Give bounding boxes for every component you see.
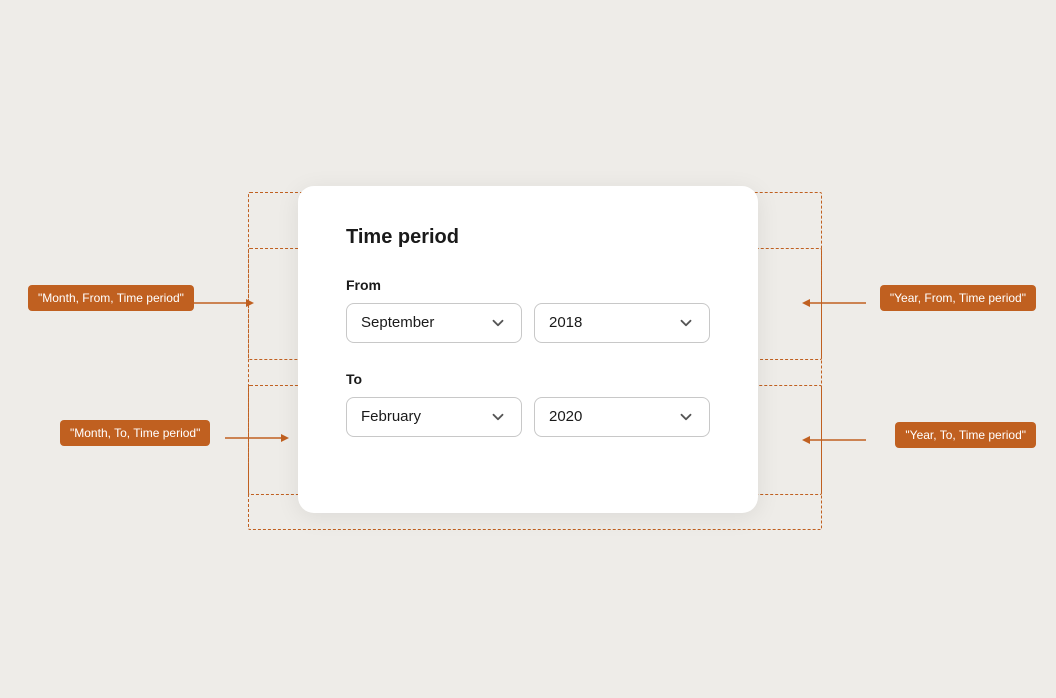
time-period-card: Time period From September 2018 To Febru… (298, 186, 758, 513)
to-month-value: February (361, 408, 421, 425)
from-month-chevron-icon (489, 314, 507, 332)
arrow-year-from (798, 295, 866, 311)
to-month-dropdown[interactable]: February (346, 397, 522, 437)
to-month-chevron-icon (489, 408, 507, 426)
annotation-year-to: "Year, To, Time period" (895, 422, 1036, 448)
from-year-chevron-icon (677, 314, 695, 332)
from-row: September 2018 (346, 303, 710, 343)
from-section: From September 2018 (346, 277, 710, 343)
arrow-year-to (798, 432, 866, 448)
from-label: From (346, 277, 710, 293)
to-year-value: 2020 (549, 408, 582, 425)
annotation-month-from: "Month, From, Time period" (28, 285, 194, 311)
to-year-dropdown[interactable]: 2020 (534, 397, 710, 437)
annotation-year-from: "Year, From, Time period" (880, 285, 1036, 311)
arrow-month-from (190, 295, 258, 311)
annotation-month-to: "Month, To, Time period" (60, 420, 210, 446)
from-month-dropdown[interactable]: September (346, 303, 522, 343)
arrow-month-to (225, 430, 293, 446)
card-title: Time period (346, 226, 710, 249)
to-section: To February 2020 (346, 371, 710, 437)
from-year-dropdown[interactable]: 2018 (534, 303, 710, 343)
to-row: February 2020 (346, 397, 710, 437)
from-year-value: 2018 (549, 314, 582, 331)
to-year-chevron-icon (677, 408, 695, 426)
to-label: To (346, 371, 710, 387)
from-month-value: September (361, 314, 434, 331)
